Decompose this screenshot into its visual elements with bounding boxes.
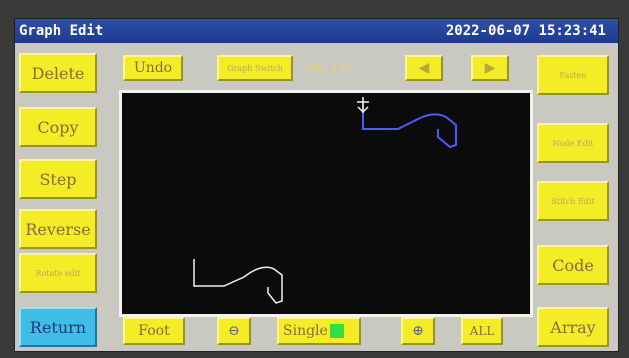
delete-button[interactable]: Delete (19, 53, 97, 93)
hmi-screen: Graph Edit 2022-06-07 15:23:41 Delete Co… (14, 18, 619, 352)
title-bar: Graph Edit 2022-06-07 15:23:41 (15, 19, 618, 43)
single-indicator (329, 324, 344, 338)
undo-button[interactable]: Undo (123, 55, 183, 81)
datetime: 2022-06-07 15:23:41 (445, 23, 606, 39)
right-arrow-icon: ▶ (484, 60, 496, 76)
return-button[interactable]: Return (19, 307, 97, 347)
step-info: Step: 2.50 (305, 64, 352, 74)
needle-cursor-icon (357, 97, 369, 114)
zoom-out-icon: ⊖ (228, 323, 240, 339)
node-edit-button[interactable]: Node Edit (537, 123, 609, 163)
foot-button[interactable]: Foot (123, 317, 185, 345)
graph-switch-button[interactable]: Graph Switch (217, 55, 293, 81)
single-label: Single (283, 323, 328, 339)
copy-button[interactable]: Copy (19, 107, 97, 147)
screen-title: Graph Edit (19, 23, 104, 39)
zoom-in-button[interactable]: ⊕ (401, 317, 435, 345)
all-button[interactable]: ALL (461, 317, 503, 345)
code-button[interactable]: Code (537, 245, 609, 285)
reverse-button[interactable]: Reverse (19, 209, 97, 249)
graph-canvas[interactable] (119, 90, 533, 317)
next-button[interactable]: ▶ (471, 55, 509, 81)
zoom-in-icon: ⊕ (412, 323, 424, 339)
rotate-edit-button[interactable]: Rotate edit (19, 253, 97, 293)
prev-button[interactable]: ◀ (405, 55, 443, 81)
stitch-edit-button[interactable]: Stitch Edit (537, 181, 609, 221)
selected-pattern-path (362, 101, 457, 149)
zoom-out-button[interactable]: ⊖ (217, 317, 251, 345)
pattern-drawing (193, 97, 457, 304)
fasten-button[interactable]: Fasten (537, 55, 609, 95)
single-mode-toggle[interactable]: Single (277, 317, 361, 345)
array-button[interactable]: Array (537, 307, 609, 347)
left-arrow-icon: ◀ (418, 60, 430, 76)
other-pattern-path (193, 259, 283, 304)
step-button[interactable]: Step (19, 159, 97, 199)
